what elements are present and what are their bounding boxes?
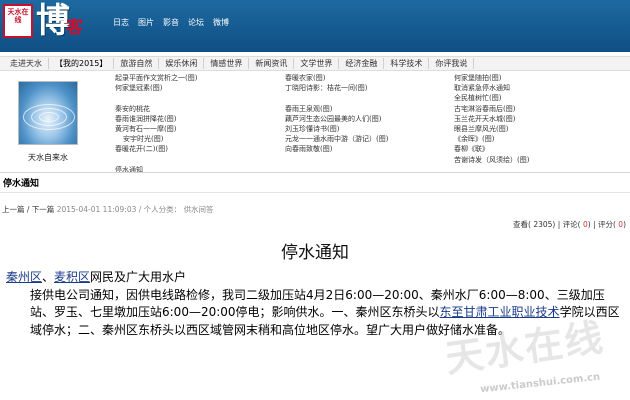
site-header: 天水在线 博 客 日志 图片 影音 论坛 微博 bbox=[0, 0, 630, 52]
views-label: 查看 bbox=[513, 220, 528, 229]
link-gansu-college[interactable]: 东至甘肃工业职业技术 bbox=[440, 305, 560, 319]
top-nav: 日志 图片 影音 论坛 微博 bbox=[113, 17, 229, 28]
post-list-col1: 起录平面作文赏析之一(图) 何家堡冠素(图) 秦安的桃花 春雨谁润拼降花(图) … bbox=[115, 73, 197, 175]
nav-item-entertainment[interactable]: 娱乐休闲 bbox=[159, 58, 205, 69]
link-maiji[interactable]: 麦积区 bbox=[54, 270, 90, 284]
post-list-col3: 何家堡随拍(图) 取消紧急停水通知 全民植树忙(图) 古宅淋浴春雨后(图) 玉兰… bbox=[454, 73, 529, 165]
views-count: 2305 bbox=[533, 220, 553, 229]
list-item bbox=[115, 93, 197, 103]
comments-count: 0 bbox=[582, 220, 588, 229]
top-nav-pictures[interactable]: 图片 bbox=[138, 17, 154, 28]
watermark-url: www.tianshui.com.cn bbox=[479, 371, 601, 396]
nav-item-comment[interactable]: 你评我说 bbox=[429, 58, 475, 69]
list-item[interactable]: 春暖农家(图) bbox=[285, 73, 388, 83]
post-datetime: 2015-04-01 11:09:03 bbox=[56, 205, 137, 214]
list-item[interactable]: 春雨谁润拼降花(图) bbox=[115, 114, 197, 124]
top-nav-diary[interactable]: 日志 bbox=[113, 17, 129, 28]
rating-label[interactable]: 评分 bbox=[598, 220, 613, 229]
top-nav-media[interactable]: 影音 bbox=[163, 17, 179, 28]
list-item bbox=[285, 93, 388, 103]
list-item[interactable]: 元龙一一通水雨中游（游记）(图) bbox=[285, 134, 388, 144]
post-stats: 查看( 2305) | 评论( 0) | 评分( 0) bbox=[513, 220, 626, 229]
list-item[interactable]: 玉兰花开天水城(图) bbox=[454, 114, 529, 124]
comments-label[interactable]: 评论 bbox=[563, 220, 578, 229]
list-item[interactable]: 何家堡冠素(图) bbox=[115, 83, 197, 93]
divider bbox=[0, 192, 630, 193]
list-item[interactable]: 安宇时光(图) bbox=[115, 134, 197, 144]
list-item[interactable]: 春雨王泉观(图) bbox=[285, 104, 388, 114]
top-nav-forum[interactable]: 论坛 bbox=[188, 17, 204, 28]
list-item[interactable]: 眼县兰摩风光(图) bbox=[454, 124, 529, 134]
avatar[interactable] bbox=[18, 81, 78, 145]
nav-item-science[interactable]: 科学技术 bbox=[384, 58, 430, 69]
list-item[interactable]: 黄河有石一一摩(图) bbox=[115, 124, 197, 134]
nav-item-emotion[interactable]: 情感世界 bbox=[204, 58, 250, 69]
list-item[interactable]: 停水通知 bbox=[115, 165, 197, 175]
nav-item-finance[interactable]: 经济金融 bbox=[339, 58, 385, 69]
next-post-link[interactable]: 下一篇 bbox=[32, 205, 55, 214]
list-item[interactable]: 《余晖》(图) bbox=[454, 134, 529, 144]
nav-item-literature[interactable]: 文学世界 bbox=[294, 58, 340, 69]
divider bbox=[0, 172, 630, 173]
prev-post-link[interactable]: 上一篇 bbox=[2, 205, 25, 214]
list-item[interactable]: 向春雨致敬(图) bbox=[285, 144, 388, 154]
list-item[interactable]: 春柳《联》 bbox=[454, 144, 529, 154]
list-item[interactable]: 何家堡随拍(图) bbox=[454, 73, 529, 83]
list-item[interactable]: 刘玉珍懂诗书(图) bbox=[285, 124, 388, 134]
top-nav-weibo[interactable]: 微博 bbox=[213, 17, 229, 28]
list-item[interactable]: 取消紧急停水通知 bbox=[454, 83, 529, 93]
site-logo-seal[interactable]: 天水在线 bbox=[3, 4, 33, 38]
article-salutation: 网民及广大用水户 bbox=[90, 270, 187, 284]
section-title: 停水通知 bbox=[3, 179, 40, 189]
list-item[interactable]: 全民植树忙(图) bbox=[454, 93, 529, 103]
post-meta: 上一篇 / 下一篇 2015-04-01 11:09:03 / 个人分类： 供水… bbox=[2, 205, 214, 214]
rating-count: 0 bbox=[618, 220, 624, 229]
category-nav: 走进天水 【我的2015】 旅游自然 娱乐休闲 情感世界 新闻资讯 文学世界 经… bbox=[0, 56, 630, 71]
post-list-col2: 春暖农家(图) 丁晓阳诗影：桔花一间(图) 春雨王泉观(图) 藕芦河生态公园最美… bbox=[285, 73, 388, 155]
article-paragraph: 接供电公司通知，因供电线路检修，我司二级加压站4月2日6:00—20:00、秦州… bbox=[30, 287, 620, 337]
nav-item-travel[interactable]: 旅游自然 bbox=[114, 58, 160, 69]
list-item[interactable]: 秦安的桃花 bbox=[115, 104, 197, 114]
category-label: 个人分类： bbox=[143, 205, 182, 214]
list-item[interactable]: 起录平面作文赏析之一(图) bbox=[115, 73, 197, 83]
nav-item-tianshui[interactable]: 走进天水 bbox=[4, 58, 49, 69]
blog-logo-sub[interactable]: 客 bbox=[66, 18, 83, 38]
category-link[interactable]: 供水间答 bbox=[184, 205, 214, 214]
list-item[interactable]: 藕芦河生态公园最美的人们(图) bbox=[285, 114, 388, 124]
list-item[interactable]: 丁晓阳诗影：桔花一间(图) bbox=[285, 83, 388, 93]
profile-name[interactable]: 天水自来水 bbox=[14, 152, 82, 163]
nav-item-news[interactable]: 新闻资讯 bbox=[249, 58, 295, 69]
list-item bbox=[115, 155, 197, 165]
list-item[interactable]: 苦谢诗发（风须绘）(图) bbox=[454, 155, 529, 165]
list-item[interactable]: 春暖花开(二)(图) bbox=[115, 144, 197, 154]
article-body: 秦州区、麦积区网民及广大用水户 接供电公司通知，因供电线路检修，我司二级加压站4… bbox=[6, 269, 626, 339]
list-item[interactable]: 古宅淋浴春雨后(图) bbox=[454, 104, 529, 114]
link-qinzhou[interactable]: 秦州区 bbox=[6, 270, 42, 284]
blog-logo-main[interactable]: 博 bbox=[36, 0, 70, 42]
article-title: 停水通知 bbox=[281, 243, 349, 263]
nav-item-my2015[interactable]: 【我的2015】 bbox=[49, 58, 115, 69]
